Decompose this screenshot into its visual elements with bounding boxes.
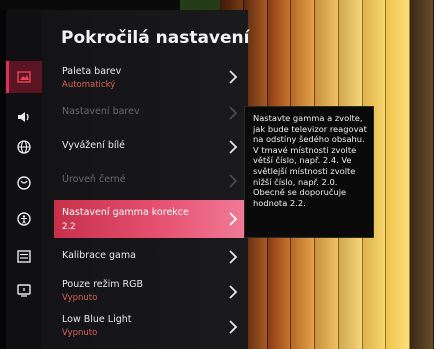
menu-item-label: Nastavení gamma korekce — [62, 207, 189, 218]
menu-item-white-balance[interactable]: Vyvážení bílé — [54, 132, 244, 162]
channel-icon[interactable] — [6, 167, 42, 199]
chevron-right-icon — [229, 250, 238, 264]
support-icon[interactable] — [6, 274, 42, 306]
menu-item-label: Úroveň černé — [62, 174, 126, 185]
menu-item-label: Kalibrace gama — [62, 250, 136, 261]
menu-item-value: Vypnuto — [62, 293, 98, 303]
chevron-right-icon — [229, 70, 238, 84]
chevron-right-icon — [229, 320, 238, 334]
network-icon[interactable] — [6, 131, 42, 163]
menu-item-black-level[interactable]: Úroveň černé — [54, 166, 244, 196]
menu-item-label: Low Blue Light — [62, 314, 132, 325]
menu-item-color-palette[interactable]: Paleta barev Automatický — [54, 60, 244, 96]
menu-item-label: Pouze režim RGB — [62, 279, 143, 290]
chevron-right-icon — [229, 285, 238, 299]
page-title: Pokročilá nastavení — [61, 28, 250, 48]
menu-item-value: 2.2 — [62, 222, 76, 232]
menu-item-low-blue-light[interactable]: Low Blue Light Vypnuto — [54, 309, 244, 343]
picture-icon[interactable] — [6, 61, 42, 93]
chevron-right-icon — [229, 174, 238, 188]
chevron-right-icon — [229, 140, 238, 154]
sound-icon[interactable] — [6, 101, 42, 133]
list-icon[interactable] — [6, 240, 42, 272]
menu-item-rgb-only-mode[interactable]: Pouze režim RGB Vypnuto — [54, 274, 244, 308]
menu-item-value: Vypnuto — [62, 328, 98, 338]
menu-item-label: Nastavení barev — [62, 106, 140, 117]
chevron-right-icon — [229, 106, 238, 120]
menu-item-label: Vyvážení bílé — [62, 140, 125, 151]
menu-item-gamma-correction[interactable]: Nastavení gamma korekce 2.2 — [54, 200, 244, 238]
help-tooltip-text: Nastavte gamma a zvolte, jak bude televi… — [253, 113, 367, 208]
menu-item-value: Automatický — [62, 80, 116, 90]
menu-item-gamma-calibration[interactable]: Kalibrace gama — [54, 242, 244, 272]
help-tooltip: Nastavte gamma a zvolte, jak bude televi… — [244, 106, 374, 238]
chevron-right-icon — [229, 212, 238, 226]
menu-item-label: Paleta barev — [62, 66, 122, 77]
menu-item-color-settings[interactable]: Nastavení barev — [54, 98, 244, 128]
accessibility-icon[interactable] — [6, 203, 42, 235]
